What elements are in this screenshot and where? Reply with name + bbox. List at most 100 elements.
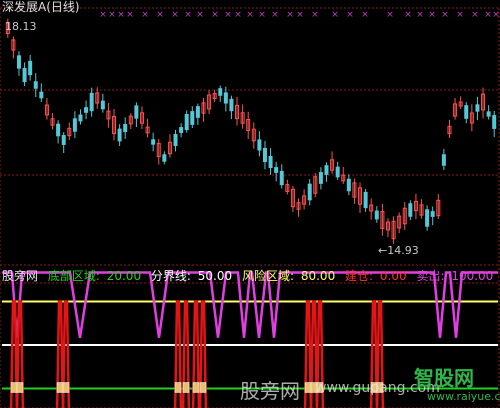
build-label: 建仓: xyxy=(345,269,374,283)
signal-marker: × xyxy=(296,10,304,20)
candle-body xyxy=(441,154,446,166)
candle-body xyxy=(475,104,480,112)
signal-marker: × xyxy=(184,10,192,20)
candle-body xyxy=(117,128,122,142)
signal-box xyxy=(56,382,64,393)
candle-body xyxy=(190,111,195,125)
signal-marker: × xyxy=(171,10,179,20)
candle-body xyxy=(307,183,312,201)
signal-marker: × xyxy=(156,10,164,20)
candle-body xyxy=(268,155,273,169)
signal-marker: × xyxy=(117,10,125,20)
build-value: 0.00 xyxy=(379,269,407,283)
candle-body xyxy=(56,123,61,137)
candle-body xyxy=(425,209,430,227)
signal-marker: × xyxy=(386,10,394,20)
candle-body xyxy=(430,211,435,217)
candle-body xyxy=(318,172,323,184)
candle-body xyxy=(324,165,329,175)
candle-body xyxy=(84,107,89,113)
divider-label: 分界线: xyxy=(150,269,191,283)
signal-box xyxy=(10,382,18,393)
candle-body xyxy=(78,114,83,122)
site-logo: 智股网 xyxy=(414,366,474,390)
signal-box xyxy=(304,382,312,393)
candle-body xyxy=(346,178,351,192)
candle-body xyxy=(123,123,128,133)
candle-body xyxy=(16,55,21,69)
high-price-label: 18.13 xyxy=(5,20,37,33)
signal-box xyxy=(16,382,24,393)
signal-box xyxy=(182,382,190,393)
indicator-legend: 股旁网 底部区域: 20.00 分界线: 50.00 风险区域: 80.00 建… xyxy=(2,269,493,283)
candle-body xyxy=(28,60,33,76)
candle-body xyxy=(363,191,368,209)
signal-marker: × xyxy=(311,10,319,20)
candle-body xyxy=(257,139,262,151)
signal-marker: × xyxy=(361,10,369,20)
candle-body xyxy=(162,154,167,162)
price-chart[interactable]: × × × × × × × × × × × × × × × × × × × × × × × × × × × × × × xyxy=(0,0,500,408)
candle-body xyxy=(408,203,413,217)
signal-marker: × xyxy=(456,10,464,20)
candle-body xyxy=(492,115,497,129)
candle-body xyxy=(173,134,178,146)
bottom-zone-label: 底部区域: xyxy=(47,269,100,283)
candle-body xyxy=(61,135,66,145)
candle-body xyxy=(464,105,469,119)
candle-body xyxy=(374,210,379,220)
candle-body xyxy=(274,167,279,173)
candle-body xyxy=(179,127,184,133)
signal-marker: × xyxy=(141,10,149,20)
signal-marker: × xyxy=(258,10,266,20)
signal-marker: × xyxy=(441,10,449,20)
signal-marker: × xyxy=(404,10,412,20)
candle-body xyxy=(218,88,223,96)
signal-marker: × xyxy=(286,10,294,20)
bottom-zone-value: 20.00 xyxy=(106,269,142,283)
signal-marker: × xyxy=(234,10,242,20)
signal-box xyxy=(174,382,182,393)
candle-body xyxy=(486,111,491,117)
divider-value: 50.00 xyxy=(197,269,233,283)
candle-body xyxy=(100,100,105,110)
candle-body xyxy=(229,98,234,112)
candle-body xyxy=(89,92,94,112)
signal-box xyxy=(199,382,207,393)
signal-marker: × xyxy=(346,10,354,20)
watermark-text: 股旁网 xyxy=(240,379,300,403)
low-price-label: ←14.93 xyxy=(378,244,419,257)
candle-body xyxy=(184,113,189,131)
signal-marker: × xyxy=(108,10,116,20)
site-logo-url: www.raiyue.com xyxy=(427,390,500,403)
risk-zone-value: 80.00 xyxy=(300,269,336,283)
sell-value: 100.00 xyxy=(451,269,494,283)
candle-body xyxy=(33,81,38,89)
candle-body xyxy=(279,170,284,186)
signal-box xyxy=(62,382,70,393)
indicator-name: 股旁网 xyxy=(2,269,39,283)
chart-title: 深发展A(日线) xyxy=(2,0,80,14)
signal-marker: × xyxy=(471,10,479,20)
candle-body xyxy=(223,92,228,104)
candle-body xyxy=(195,106,200,118)
candle-body xyxy=(22,67,27,83)
sell-label: 卖出: xyxy=(416,269,445,283)
signal-marker: × xyxy=(126,10,134,20)
candle-body xyxy=(335,166,340,178)
candle-body xyxy=(262,147,267,163)
candle-body xyxy=(39,91,44,99)
signal-marker: × xyxy=(196,10,204,20)
stock-chart-window: × × × × × × × × × × × × × × × × × × × × × × × × × × × × × × 深发展A(日线) … xyxy=(0,0,500,408)
signal-marker: × xyxy=(99,10,107,20)
signal-marker: × xyxy=(416,10,424,20)
signal-marker: × xyxy=(246,10,254,20)
risk-zone-label: 风险区域: xyxy=(241,269,295,283)
signal-marker: × xyxy=(428,10,436,20)
candle-body xyxy=(72,118,77,132)
signal-marker: × xyxy=(331,10,339,20)
signal-marker: × xyxy=(484,10,492,20)
candle-body xyxy=(134,105,139,119)
signal-marker: × xyxy=(492,10,500,20)
signal-box xyxy=(192,382,200,393)
